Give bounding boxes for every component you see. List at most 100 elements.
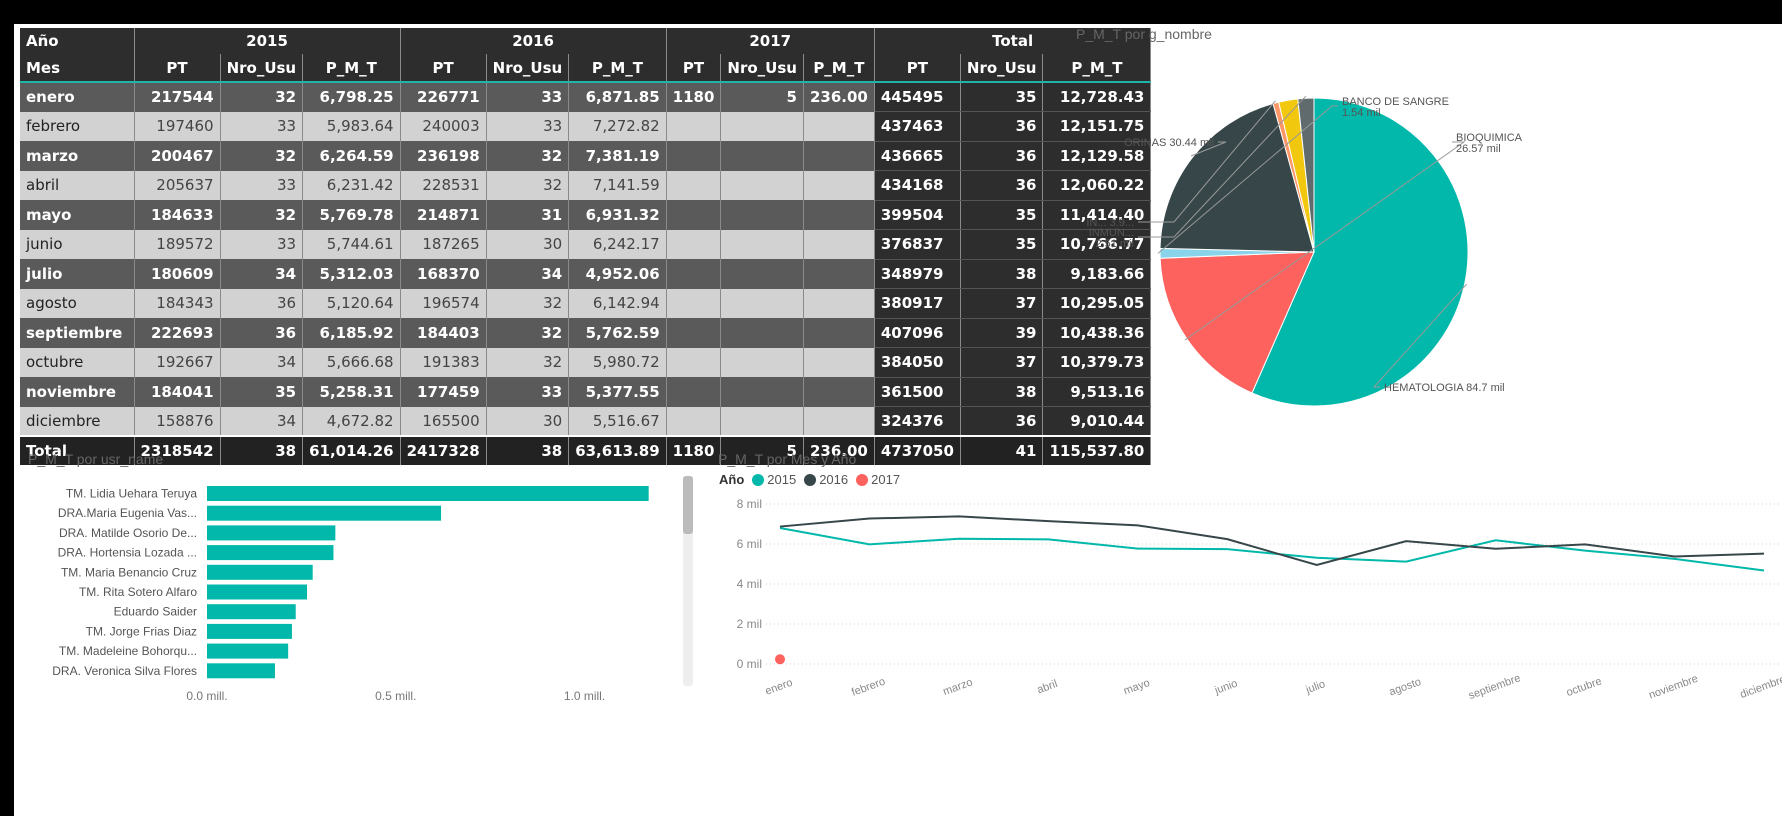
month-label: agosto bbox=[20, 288, 135, 318]
line-x-tick-label: octubre bbox=[1565, 675, 1604, 699]
cell: 214871 bbox=[400, 200, 487, 230]
matrix-row-mayo[interactable]: mayo 184633 32 5,769.78 214871 31 6,931.32 3995… bbox=[20, 200, 1152, 230]
cell: 5 bbox=[720, 82, 804, 112]
month-label: julio bbox=[20, 259, 135, 289]
matrix-row-julio[interactable]: julio 180609 34 5,312.03 168370 34 4,952.06 348… bbox=[20, 259, 1152, 289]
year-header-2016[interactable]: 2016 bbox=[400, 28, 667, 54]
matrix-row-enero[interactable]: enero 217544 32 6,798.25 226771 33 6,871.85 118… bbox=[20, 82, 1152, 112]
pie-label-banco-de-sangre: 1.54 mil bbox=[1342, 107, 1381, 119]
mes-header[interactable]: Mes bbox=[20, 54, 135, 83]
pie-label-orinas: ORINAS 30.44 mil bbox=[1124, 137, 1214, 149]
cell: 34 bbox=[220, 347, 304, 377]
cell bbox=[666, 229, 722, 259]
line-y-tick-label: 2 mil bbox=[737, 617, 762, 631]
matrix-row-junio[interactable]: junio 189572 33 5,744.61 187265 30 6,242.17 376… bbox=[20, 229, 1152, 260]
line-y-tick-label: 4 mil bbox=[737, 577, 762, 591]
matrix-row-octubre[interactable]: octubre 192667 34 5,666.68 191383 32 5,980.72 3… bbox=[20, 347, 1152, 378]
cell: 32 bbox=[486, 318, 570, 348]
cell: 2417328 bbox=[400, 435, 487, 465]
legend-swatch bbox=[804, 473, 817, 486]
col-header-nro-usu[interactable]: Nro_Usu bbox=[220, 54, 304, 83]
cell bbox=[803, 406, 875, 436]
anio-header[interactable]: Año bbox=[20, 28, 135, 54]
matrix-table: Año 2015 2016 2017 Total Mes PT Nro_Usu … bbox=[20, 28, 1152, 465]
cell bbox=[803, 288, 875, 318]
cell: 6,931.32 bbox=[568, 200, 667, 230]
col-header-pt[interactable]: PT bbox=[134, 54, 221, 83]
bar-chart: TM. Lidia Uehara Teruya DRA.Maria Eugenia… bbox=[52, 486, 649, 703]
cell: 445495 bbox=[874, 82, 961, 112]
cell: 236.00 bbox=[803, 82, 875, 112]
line-chart-title: P_M_T por Mes y Año bbox=[718, 451, 857, 467]
month-label: enero bbox=[20, 82, 135, 112]
bar-category-label: DRA. Matilde Osorio De... bbox=[59, 526, 197, 540]
cell bbox=[720, 347, 804, 377]
bar-category-label: DRA. Hortensia Lozada ... bbox=[58, 546, 197, 560]
cell: 31 bbox=[486, 200, 570, 230]
line-x-tick-label: abril bbox=[1036, 678, 1060, 696]
bar-chart-scrollbar[interactable] bbox=[683, 476, 693, 686]
cell: 38 bbox=[486, 435, 570, 465]
cell: 7,141.59 bbox=[568, 170, 667, 200]
cell: 38 bbox=[960, 377, 1044, 407]
year-header-2015[interactable]: 2015 bbox=[134, 28, 401, 54]
cell: 187265 bbox=[400, 229, 487, 259]
matrix-row-agosto[interactable]: agosto 184343 36 5,120.64 196574 32 6,142.94 38… bbox=[20, 288, 1152, 319]
pie-label-inmun-: 2.51 mil bbox=[1095, 238, 1134, 250]
cell: 5,516.67 bbox=[568, 406, 667, 436]
month-label: noviembre bbox=[20, 377, 135, 407]
bar-x-tick-label: 1.0 mill. bbox=[564, 689, 605, 703]
col-header-pmt[interactable]: P_M_T bbox=[803, 54, 875, 83]
cell: 32 bbox=[486, 288, 570, 318]
cell: 407096 bbox=[874, 318, 961, 348]
cell bbox=[803, 318, 875, 348]
pie-chart-title: P_M_T por g_nombre bbox=[1076, 26, 1212, 42]
col-header-pmt[interactable]: P_M_T bbox=[302, 54, 401, 83]
col-header-nro-usu[interactable]: Nro_Usu bbox=[960, 54, 1044, 83]
matrix-row-abril[interactable]: abril 205637 33 6,231.42 228531 32 7,141.59 434… bbox=[20, 170, 1152, 201]
bar bbox=[207, 486, 649, 501]
cell bbox=[666, 318, 722, 348]
cell bbox=[720, 229, 804, 259]
cell: 1180 bbox=[666, 82, 722, 112]
legend-label: 2017 bbox=[871, 472, 901, 487]
bar bbox=[207, 623, 292, 639]
cell: 37 bbox=[960, 347, 1044, 378]
cell: 5,769.78 bbox=[302, 200, 401, 230]
cell: 6,242.17 bbox=[568, 229, 667, 259]
matrix-total-row: Total 2318542 38 61,014.26 2417328 38 63… bbox=[20, 435, 1152, 465]
col-header-pt[interactable]: PT bbox=[666, 54, 722, 83]
cell bbox=[803, 111, 875, 141]
cell: 32 bbox=[486, 347, 570, 377]
cell: 6,264.59 bbox=[302, 141, 401, 171]
matrix-header-columns: Mes PT Nro_Usu P_M_T PT Nro_Usu P_M_T PT… bbox=[20, 54, 1152, 83]
bar-category-label: TM. Maria Benancio Cruz bbox=[61, 565, 197, 579]
line-x-tick-label: junio bbox=[1212, 678, 1239, 698]
year-header-2017[interactable]: 2017 bbox=[666, 28, 875, 54]
cell: 5,312.03 bbox=[302, 259, 401, 289]
cell: 324376 bbox=[874, 406, 961, 437]
matrix-row-septiembre[interactable]: septiembre 222693 36 6,185.92 184403 32 5,762.… bbox=[20, 318, 1152, 348]
bar-category-label: TM. Jorge Frias Diaz bbox=[86, 624, 197, 638]
legend-item-2017[interactable]: 2017 bbox=[856, 472, 900, 487]
col-header-pt[interactable]: PT bbox=[400, 54, 487, 83]
bar-chart-scrollbar-thumb[interactable] bbox=[683, 476, 693, 534]
cell bbox=[803, 259, 875, 289]
col-header-nro-usu[interactable]: Nro_Usu bbox=[486, 54, 570, 83]
matrix-row-febrero[interactable]: febrero 197460 33 5,983.64 240003 33 7,272.82 4… bbox=[20, 111, 1152, 142]
month-label: febrero bbox=[20, 111, 135, 141]
col-header-nro-usu[interactable]: Nro_Usu bbox=[720, 54, 804, 83]
cell: 4737050 bbox=[874, 435, 961, 465]
matrix-row-marzo[interactable]: marzo 200467 32 6,264.59 236198 32 7,381.19 436… bbox=[20, 141, 1152, 171]
cell: 380917 bbox=[874, 288, 961, 319]
matrix-row-noviembre[interactable]: noviembre 184041 35 5,258.31 177459 33 5,377.5… bbox=[20, 377, 1152, 407]
col-header-pt[interactable]: PT bbox=[874, 54, 961, 83]
cell: 35 bbox=[220, 377, 304, 407]
cell bbox=[666, 377, 722, 407]
legend-item-2016[interactable]: 2016 bbox=[804, 472, 848, 487]
line-x-tick-label: enero bbox=[764, 677, 795, 698]
col-header-pmt[interactable]: P_M_T bbox=[568, 54, 667, 83]
matrix-row-diciembre[interactable]: diciembre 158876 34 4,672.82 165500 30 5,516.6… bbox=[20, 406, 1152, 437]
legend-item-2015[interactable]: 2015 bbox=[752, 472, 796, 487]
legend-swatch bbox=[752, 473, 765, 486]
